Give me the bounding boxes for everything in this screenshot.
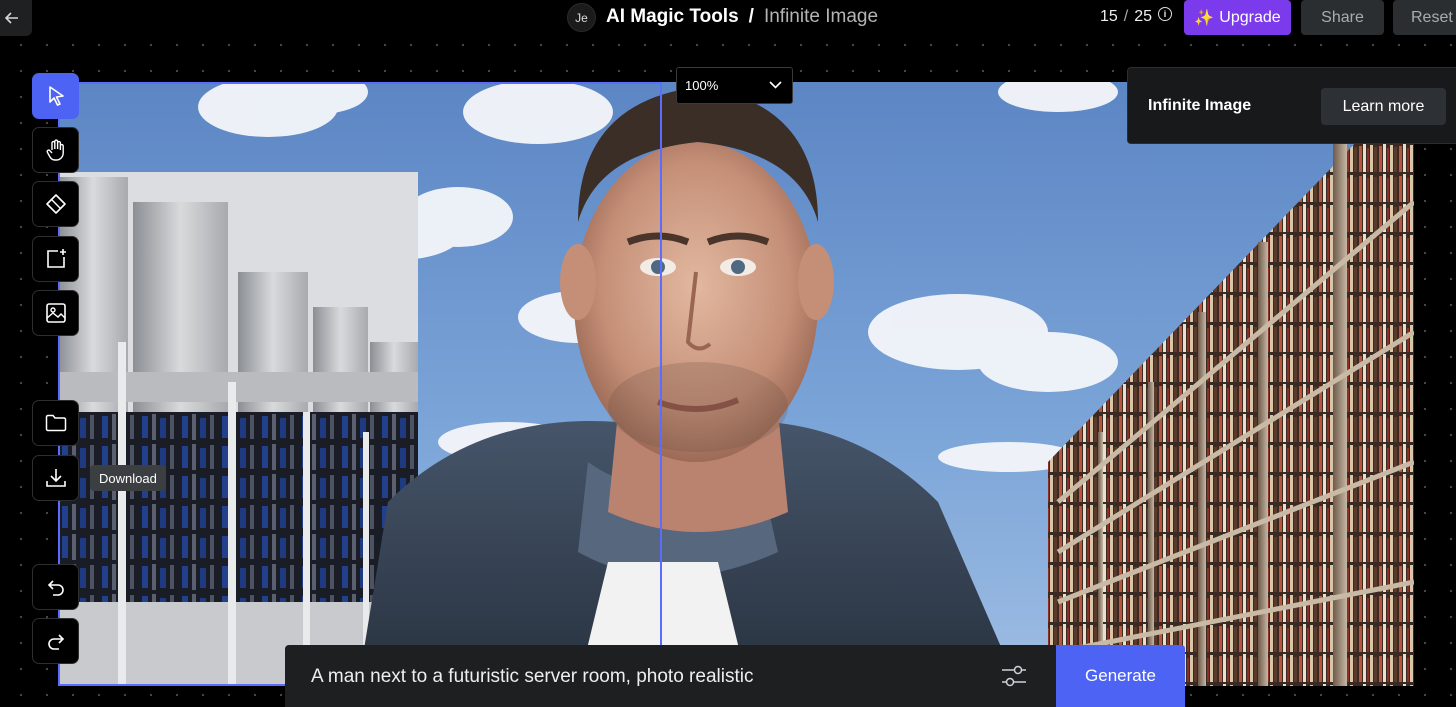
redo-button[interactable] <box>32 618 79 664</box>
credits-counter: 15 / 25 i <box>1100 7 1173 26</box>
upgrade-button[interactable]: ✨ Upgrade <box>1184 0 1291 35</box>
back-button[interactable] <box>0 0 32 36</box>
share-button[interactable]: Share <box>1301 0 1384 35</box>
generate-label: Generate <box>1085 666 1156 685</box>
image-icon <box>45 303 66 323</box>
upgrade-label: Upgrade <box>1219 8 1281 26</box>
select-tool-button[interactable] <box>32 73 79 119</box>
download-icon <box>45 469 66 487</box>
info-icon[interactable]: i <box>1158 7 1173 21</box>
generated-image <box>58 82 1414 686</box>
undo-button[interactable] <box>32 564 79 610</box>
learn-more-button[interactable]: Learn more <box>1321 88 1446 125</box>
prompt-bar: A man next to a futuristic server room, … <box>285 645 1185 707</box>
app-root: Je AI Magic Tools / Infinite Image 15 / … <box>0 0 1456 707</box>
breadcrumb-app-name[interactable]: AI Magic Tools <box>606 6 739 28</box>
cursor-icon <box>48 86 64 106</box>
reset-button[interactable]: Reset <box>1393 0 1456 35</box>
breadcrumb: AI Magic Tools / Infinite Image <box>606 6 878 30</box>
sparkle-icon: ✨ <box>1194 9 1215 27</box>
hand-tool-button[interactable] <box>32 127 79 173</box>
redo-icon <box>47 634 64 650</box>
credits-used: 15 <box>1100 8 1118 25</box>
chevron-down-icon <box>769 81 782 89</box>
zoom-select[interactable]: 100% <box>676 67 793 104</box>
undo-icon <box>47 580 64 596</box>
sliders-icon[interactable] <box>1001 664 1027 688</box>
generate-button[interactable]: Generate <box>1056 645 1185 707</box>
image-tool-button[interactable] <box>32 290 79 336</box>
download-tool-button[interactable] <box>32 455 79 501</box>
image-canvas[interactable] <box>58 82 1414 686</box>
info-panel-title: Infinite Image <box>1148 97 1252 114</box>
prompt-input[interactable]: A man next to a futuristic server room, … <box>311 666 753 688</box>
avatar[interactable]: Je <box>567 3 596 32</box>
download-tooltip: Download <box>90 465 166 491</box>
eraser-tool-button[interactable] <box>32 181 79 227</box>
add-frame-icon <box>46 249 66 268</box>
zoom-value: 100% <box>685 78 719 93</box>
top-bar: Je AI Magic Tools / Infinite Image 15 / … <box>0 0 1456 36</box>
arrow-left-icon <box>5 12 18 24</box>
avatar-initials: Je <box>575 10 588 25</box>
credits-total: 25 <box>1134 8 1153 25</box>
reset-label: Reset <box>1411 8 1453 26</box>
info-panel: Infinite Image Learn more <box>1127 67 1456 144</box>
hand-icon <box>46 139 64 161</box>
tooltip-text: Download <box>99 470 157 486</box>
breadcrumb-page-name: Infinite Image <box>763 6 879 27</box>
learn-more-label: Learn more <box>1342 97 1425 115</box>
breadcrumb-separator: / <box>748 6 754 27</box>
credits-separator: / <box>1123 8 1129 25</box>
folder-icon <box>45 414 66 432</box>
share-label: Share <box>1321 8 1364 26</box>
add-frame-tool-button[interactable] <box>32 236 79 282</box>
folder-tool-button[interactable] <box>32 400 79 446</box>
eraser-icon <box>45 194 66 214</box>
